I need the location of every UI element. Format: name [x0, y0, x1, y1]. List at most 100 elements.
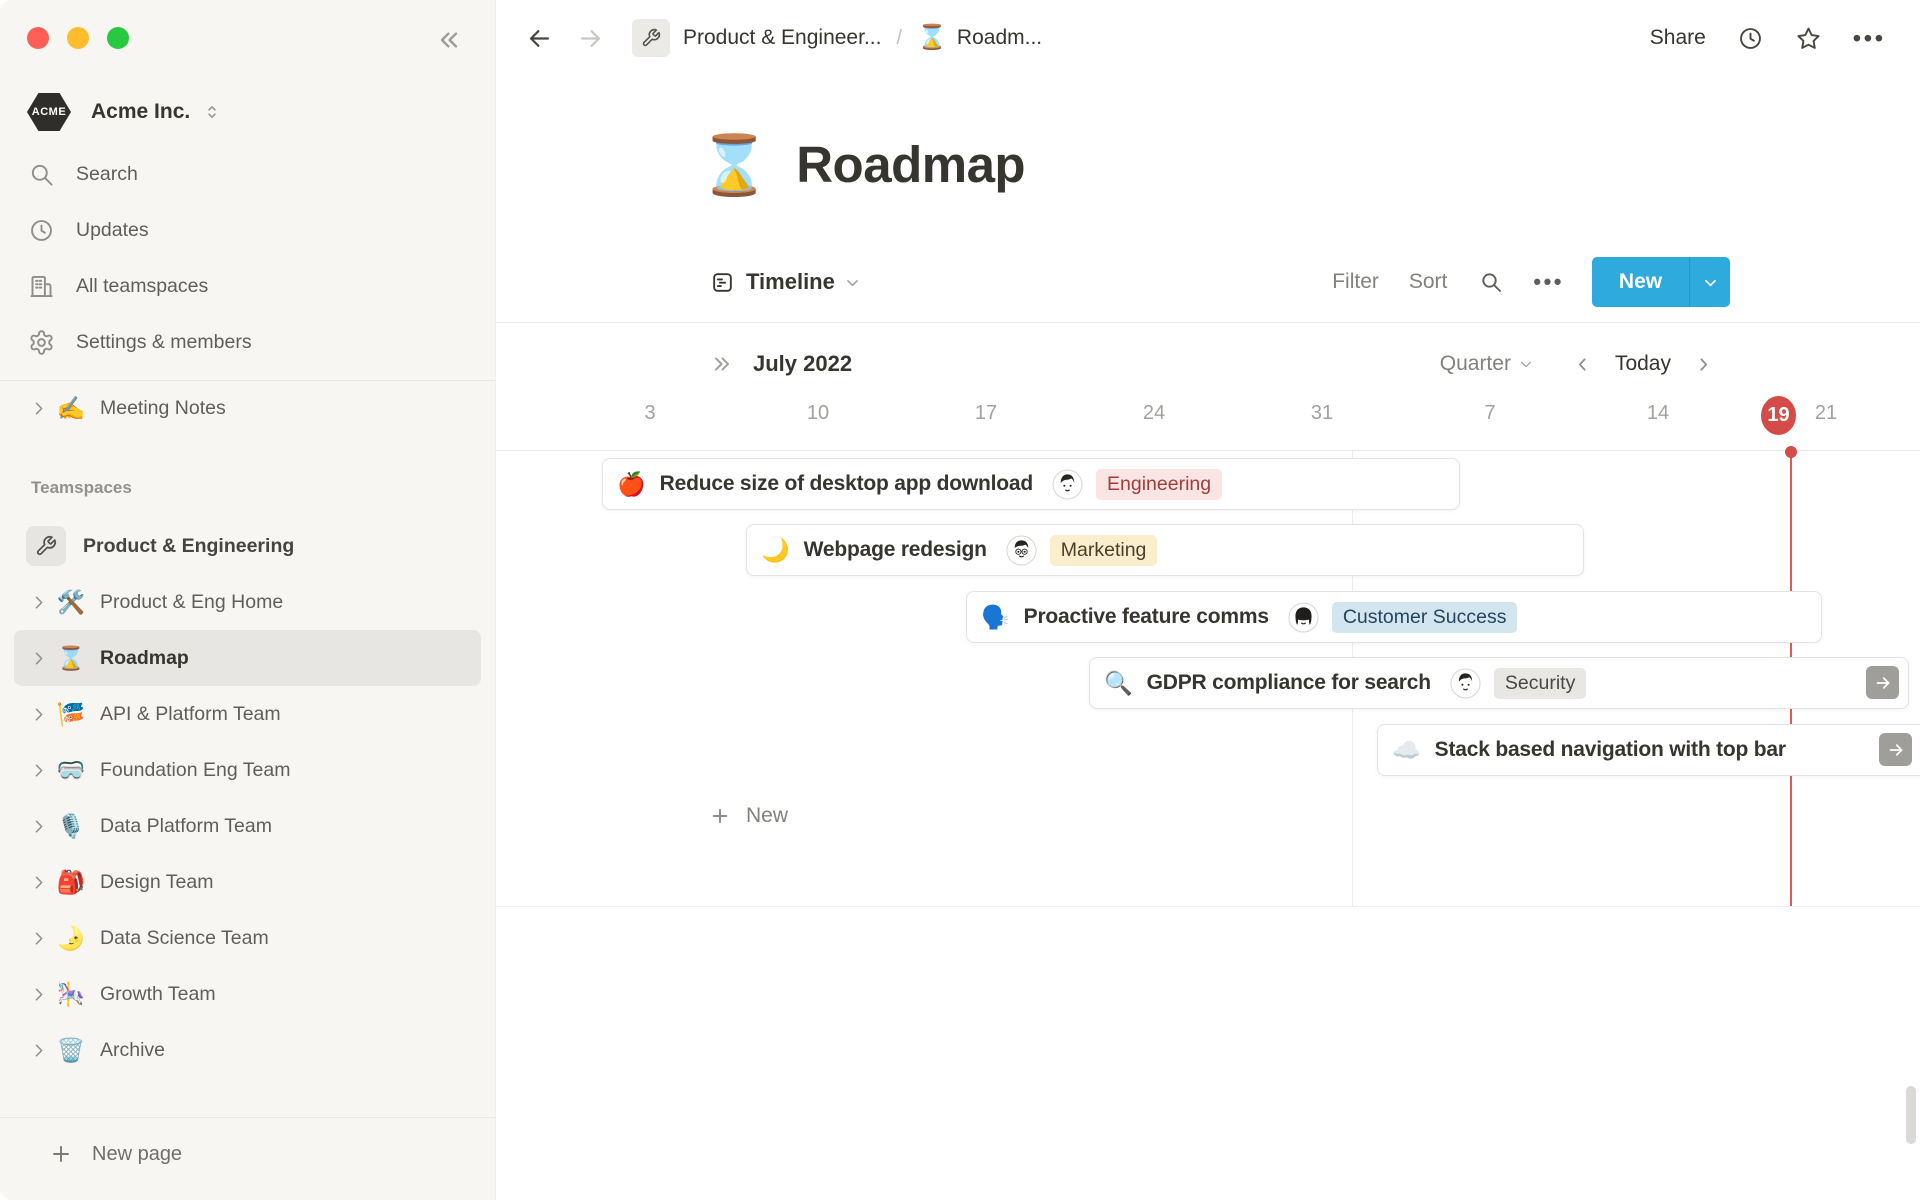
sidebar-item-design-team[interactable]: 🎒 Design Team: [14, 854, 481, 910]
favorite-star-icon[interactable]: [1795, 25, 1822, 52]
breadcrumb-space[interactable]: Product & Engineer...: [683, 26, 881, 50]
sidebar-item-growth-team[interactable]: 🎠 Growth Team: [14, 966, 481, 1022]
topbar: Product & Engineer... / ⌛ Roadm... Share…: [496, 0, 1920, 76]
chevron-right-icon[interactable]: [24, 812, 52, 840]
chevron-right-icon[interactable]: [24, 394, 52, 422]
open-record-arrow-button[interactable]: [1866, 666, 1899, 699]
timeline-view-label: Timeline: [746, 269, 835, 294]
sidebar-item-api-platform-team[interactable]: 🎏 API & Platform Team: [14, 686, 481, 742]
record-emoji: 🗣️: [981, 603, 1010, 630]
tab-timeline[interactable]: Timeline: [710, 269, 861, 295]
chevron-right-icon[interactable]: [24, 980, 52, 1008]
timeline-view-icon: [710, 270, 735, 295]
new-page-button[interactable]: New page: [14, 1128, 481, 1180]
date-label: 24: [1142, 402, 1166, 424]
timeline-bar-gdpr-compliance-for-search[interactable]: 🔍 GDPR compliance for search Security: [1089, 657, 1909, 709]
sort-button[interactable]: Sort: [1409, 270, 1448, 294]
sidebar-item-label: Data Platform Team: [100, 814, 272, 837]
new-record-label[interactable]: New: [1592, 257, 1689, 307]
breadcrumb-page[interactable]: Roadm...: [957, 26, 1042, 50]
sidebar-item-data-platform-team[interactable]: 🎙️ Data Platform Team: [14, 798, 481, 854]
sidebar-item-updates[interactable]: Updates: [14, 202, 481, 258]
chevron-right-icon[interactable]: [24, 924, 52, 952]
timeline-bar-stack-based-navigation-with-top-bar[interactable]: ☁️ Stack based navigation with top bar: [1377, 724, 1920, 776]
expand-table-icon[interactable]: [710, 352, 734, 376]
chevron-right-icon[interactable]: [24, 588, 52, 616]
record-title: Webpage redesign: [803, 538, 987, 561]
timeline-prev-icon[interactable]: [1572, 354, 1593, 375]
chevron-right-icon[interactable]: [24, 700, 52, 728]
record-emoji: 🌙: [761, 536, 790, 563]
minimize-window-button[interactable]: [67, 27, 89, 49]
zoom-window-button[interactable]: [107, 27, 129, 49]
teamspace-label: Product & Engineering: [83, 534, 295, 557]
sidebar-item-all-teamspaces[interactable]: All teamspaces: [14, 258, 481, 314]
timeline-new-row-button[interactable]: New: [694, 792, 788, 840]
sidebar-item-settings-members[interactable]: Settings & members: [14, 314, 481, 370]
sidebar-collapse-icon[interactable]: [435, 26, 463, 59]
breadcrumb-space-icon[interactable]: [632, 19, 670, 57]
record-emoji: ☁️: [1392, 736, 1421, 763]
workspace-switcher-caret-icon: [202, 102, 222, 122]
clock-icon: [28, 217, 55, 244]
sidebar-item-label: API & Platform Team: [100, 702, 281, 725]
filter-button[interactable]: Filter: [1332, 270, 1379, 294]
gear-icon: [28, 329, 55, 356]
timeline-new-row-label: New: [746, 804, 789, 827]
chevron-down-icon: [844, 274, 861, 291]
share-button[interactable]: Share: [1650, 26, 1706, 50]
new-record-button[interactable]: New: [1592, 257, 1730, 307]
search-icon[interactable]: [1479, 270, 1503, 294]
sidebar-item-foundation-eng-team[interactable]: 🥽 Foundation Eng Team: [14, 742, 481, 798]
tag-marketing: Marketing: [1049, 534, 1158, 566]
record-title: Proactive feature comms: [1023, 605, 1269, 628]
avatar: [1006, 534, 1037, 566]
timeline-next-icon[interactable]: [1693, 354, 1714, 375]
sidebar-item-label: Growth Team: [100, 982, 216, 1005]
more-options-icon[interactable]: •••: [1853, 25, 1886, 52]
avatar: [1450, 667, 1481, 699]
workspace-name: Acme Inc.: [91, 100, 191, 123]
back-arrow-icon[interactable]: [526, 25, 553, 52]
chevron-right-icon[interactable]: [24, 1036, 52, 1064]
timeline-scale-label: Quarter: [1439, 352, 1511, 375]
view-options-icon[interactable]: •••: [1533, 269, 1564, 295]
date-label: 3: [644, 402, 656, 424]
vertical-scrollbar-thumb[interactable]: [1906, 1086, 1916, 1144]
chevron-right-icon[interactable]: [24, 644, 52, 672]
timeline-bar-webpage-redesign[interactable]: 🌙 Webpage redesign Marketing: [746, 524, 1584, 576]
timeline-scale-select[interactable]: Quarter: [1440, 352, 1534, 376]
teamspace-product-engineering[interactable]: Product & Engineering: [14, 518, 481, 574]
forward-arrow-icon[interactable]: [577, 25, 604, 52]
tag-engineering: Engineering: [1096, 468, 1223, 500]
new-page-label: New page: [92, 1142, 183, 1165]
page-emoji: 🎏: [56, 700, 86, 727]
sidebar-item-archive[interactable]: 🗑️ Archive: [14, 1022, 481, 1078]
sidebar-item-search[interactable]: Search: [14, 146, 481, 202]
avatar: [1288, 601, 1319, 633]
open-record-arrow-button[interactable]: [1879, 733, 1912, 766]
teamspaces-section-header: Teamspaces: [31, 478, 132, 497]
chevron-right-icon[interactable]: [24, 868, 52, 896]
sidebar-item-label: Product & Eng Home: [100, 590, 284, 613]
breadcrumb-page-emoji: ⌛: [917, 24, 947, 51]
close-window-button[interactable]: [27, 27, 49, 49]
sidebar-item-roadmap[interactable]: ⌛ Roadmap: [14, 630, 481, 686]
sidebar-item-data-science-team[interactable]: 🌛 Data Science Team: [14, 910, 481, 966]
sidebar-item-label: Foundation Eng Team: [100, 758, 291, 781]
timeline-today-button[interactable]: Today: [1615, 352, 1671, 376]
date-label: 31: [1310, 402, 1334, 424]
page-emoji[interactable]: ⌛: [698, 136, 770, 195]
new-record-caret-icon[interactable]: [1690, 257, 1730, 307]
record-title: GDPR compliance for search: [1146, 671, 1431, 694]
sidebar-item-product-eng-home[interactable]: 🛠️ Product & Eng Home: [14, 574, 481, 630]
workspace-switcher[interactable]: ACME Acme Inc.: [14, 84, 481, 140]
sidebar-page-meeting-notes[interactable]: ✍️ Meeting Notes: [14, 382, 481, 434]
sidebar-shared-pages: ✍️ Meeting Notes: [14, 382, 481, 434]
chevron-right-icon[interactable]: [24, 756, 52, 784]
timeline-bar-reduce-size-of-desktop-app-download[interactable]: 🍎 Reduce size of desktop app download Engi…: [602, 458, 1460, 510]
page-title[interactable]: Roadmap: [796, 136, 1025, 195]
wrench-icon: [26, 526, 66, 566]
timeline-bar-proactive-feature-comms[interactable]: 🗣️ Proactive feature comms Customer Succes…: [966, 591, 1822, 643]
updates-clock-icon[interactable]: [1737, 25, 1764, 52]
